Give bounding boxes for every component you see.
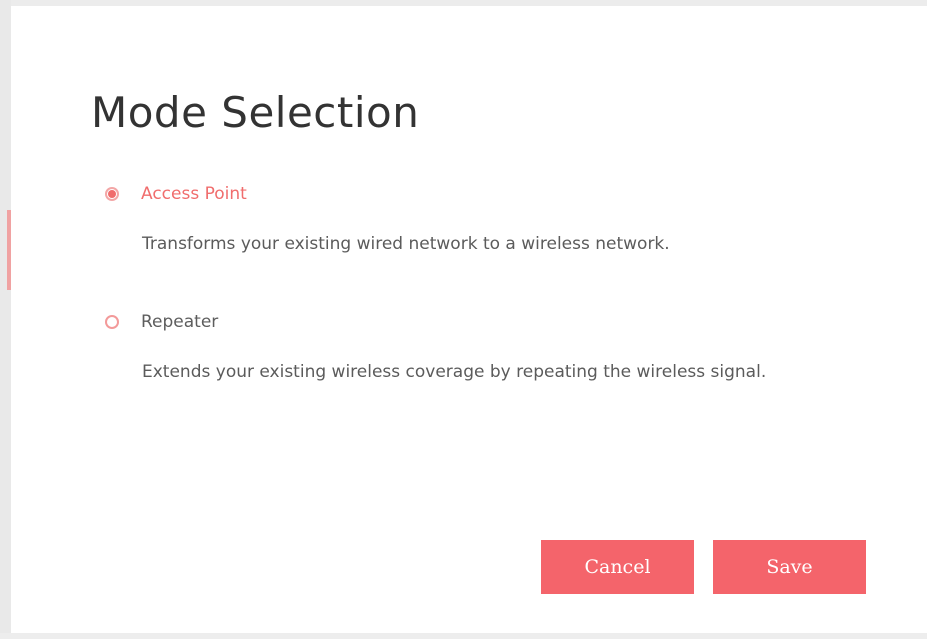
option-access-point-description: Transforms your existing wired network t… [142, 234, 670, 254]
radio-unchecked-icon[interactable] [105, 315, 119, 329]
option-access-point-label[interactable]: Access Point [141, 184, 247, 204]
option-repeater[interactable]: Repeater [105, 312, 218, 332]
bottom-border [0, 633, 927, 639]
left-border [0, 0, 11, 639]
mode-selection-window: Mode Selection Access Point Transforms y… [0, 0, 927, 639]
mode-selection-dialog: Mode Selection Access Point Transforms y… [11, 6, 927, 633]
option-repeater-description: Extends your existing wireless coverage … [142, 362, 767, 382]
dialog-title: Mode Selection [91, 88, 420, 137]
cancel-button[interactable]: Cancel [541, 540, 694, 594]
radio-checked-icon[interactable] [105, 187, 119, 201]
radio-dot [108, 190, 116, 198]
option-repeater-label[interactable]: Repeater [141, 312, 218, 332]
save-button[interactable]: Save [713, 540, 866, 594]
option-access-point[interactable]: Access Point [105, 184, 247, 204]
